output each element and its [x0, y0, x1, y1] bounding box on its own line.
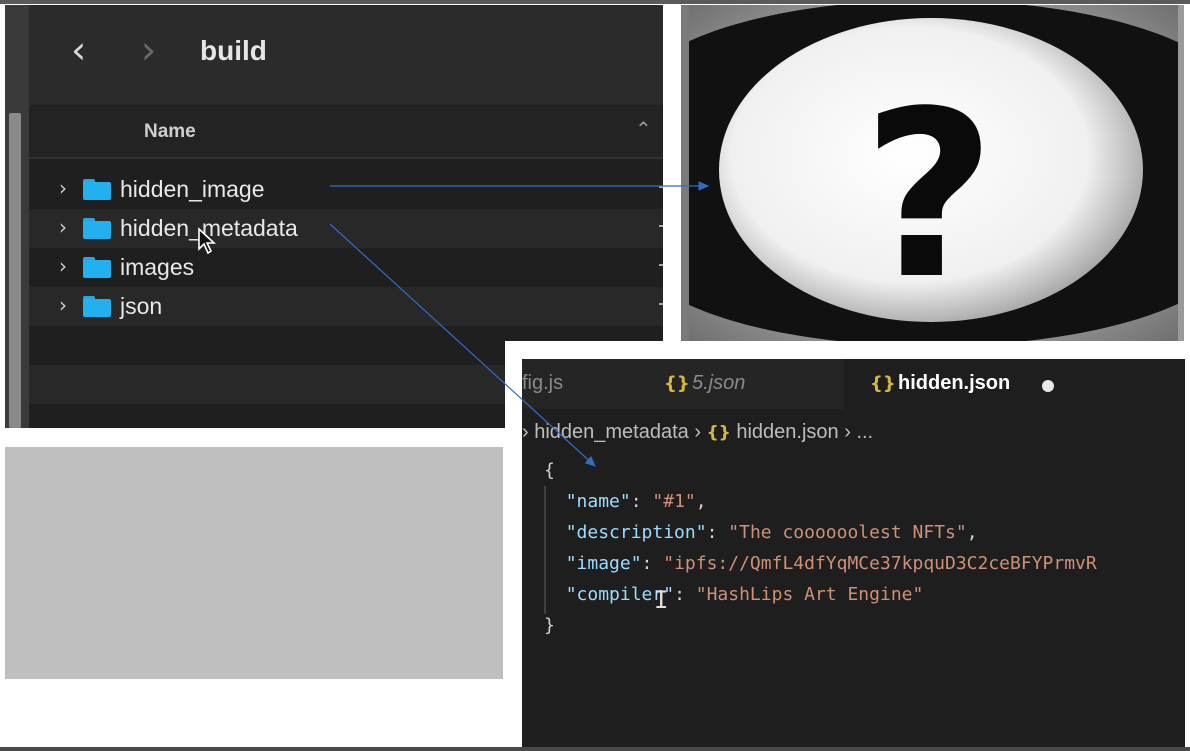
breadcrumb-file[interactable]: hidden.json	[731, 421, 838, 443]
text-cursor-icon: I	[654, 586, 669, 614]
mouse-cursor-icon	[198, 227, 217, 255]
unsaved-dot-icon[interactable]	[1042, 380, 1054, 392]
forward-button[interactable]: ›	[141, 31, 156, 69]
code-editor: fig.js {} 5.json {} hidden.json › hidden…	[522, 359, 1185, 747]
back-button[interactable]: ‹	[71, 31, 86, 69]
json-file-icon: {}	[870, 373, 896, 394]
scrollbar-thumb[interactable]	[9, 113, 21, 428]
folder-icon	[83, 296, 111, 317]
tab-label: fig.js	[522, 372, 564, 394]
chevron-right-icon[interactable]: ›	[59, 254, 67, 278]
open-brace: {	[544, 460, 555, 481]
breadcrumb-more[interactable]: › ...	[839, 421, 873, 443]
chevron-right-icon[interactable]: ›	[59, 293, 67, 317]
image-edge-right	[1178, 5, 1184, 341]
bottom-border	[0, 747, 1190, 751]
list-item[interactable]: › hidden_metadata	[29, 208, 663, 247]
tab-hidden-json[interactable]: {} hidden.json	[844, 359, 1185, 409]
close-brace: }	[544, 615, 555, 636]
json-value: "#1"	[652, 491, 696, 512]
json-file-icon: {}	[706, 423, 731, 443]
editor-tabbar: fig.js {} 5.json {} hidden.json	[522, 359, 1185, 409]
json-key: "description"	[565, 522, 707, 543]
folder-name: images	[120, 254, 195, 280]
tab-label: 5.json	[692, 372, 746, 394]
breadcrumb-separator: ›	[522, 421, 535, 443]
breadcrumb-folder[interactable]: hidden_metadata	[534, 421, 689, 443]
list-item[interactable]: › json	[29, 286, 663, 325]
question-mark-image: ?	[681, 5, 1184, 341]
placeholder-box	[5, 447, 503, 679]
list-item[interactable]: › hidden_image	[29, 169, 663, 208]
column-header[interactable]: Name ⌃	[29, 105, 663, 159]
json-key: "name"	[565, 491, 631, 512]
tab-config-js[interactable]: fig.js	[522, 359, 652, 409]
json-value: "HashLips Art Engine"	[695, 584, 924, 605]
row-marker	[659, 225, 663, 227]
json-key: "image"	[565, 553, 642, 574]
tab-5-json[interactable]: {} 5.json	[652, 359, 844, 409]
sidebar-edge	[5, 5, 29, 428]
row-marker	[659, 303, 663, 305]
chevron-right-icon[interactable]: ›	[59, 176, 67, 200]
folder-title: build	[200, 35, 267, 66]
json-file-icon: {}	[664, 373, 690, 394]
json-value: "ipfs://QmfL4dfYqMCe37kpquD3C2ceBFYPrmvR	[663, 553, 1097, 574]
folder-icon	[83, 218, 111, 239]
top-border	[0, 0, 1190, 4]
breadcrumb-separator: ›	[688, 421, 707, 443]
json-value: "The coooooolest NFTs"	[728, 522, 967, 543]
code-content[interactable]: { "name": "#1", "description": "The cooo…	[544, 455, 1097, 641]
breadcrumb: › hidden_metadata › {} hidden.json › ...	[522, 421, 873, 444]
folder-icon	[83, 179, 111, 200]
finder-toolbar: ‹ › build	[5, 5, 663, 105]
row-marker	[659, 264, 663, 266]
list-item[interactable]: › images	[29, 247, 663, 286]
code-editor-frame: fig.js {} 5.json {} hidden.json › hidden…	[505, 341, 1185, 747]
chevron-right-icon[interactable]: ›	[59, 215, 67, 239]
hidden-image-preview: ?	[681, 5, 1184, 341]
folder-name: json	[120, 293, 163, 319]
folder-icon	[83, 257, 111, 278]
tab-label: hidden.json	[898, 372, 1011, 394]
row-marker	[659, 186, 663, 188]
chevron-up-icon: ⌃	[635, 119, 652, 141]
image-edge-left	[681, 5, 689, 341]
column-name-label: Name	[144, 121, 196, 142]
question-mark-glyph: ?	[862, 63, 995, 330]
folder-name: hidden_image	[120, 176, 265, 202]
